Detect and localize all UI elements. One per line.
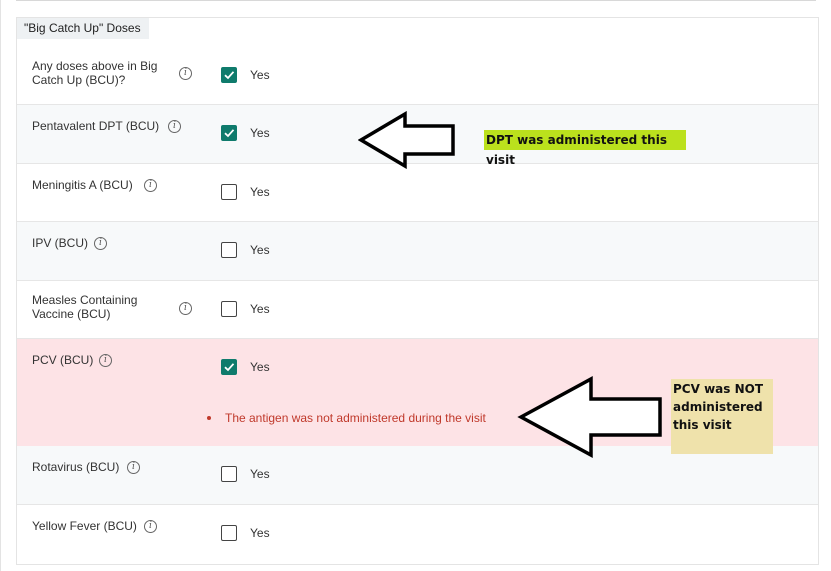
checkbox-ipv[interactable]: [221, 242, 237, 258]
row-label-measles: Measles Containing Vaccine (BCU): [32, 293, 138, 321]
option-yes-label: Yes: [250, 302, 270, 316]
info-icon[interactable]: i: [179, 67, 192, 80]
pcv-annotation-note: PCV was NOT administered this visit: [671, 379, 773, 454]
option-yes-label: Yes: [250, 126, 270, 140]
option-yes-label: Yes: [250, 467, 270, 481]
row-label-meningitis-a: Meningitis A (BCU): [32, 178, 133, 192]
row-label-pcv: PCV (BCU): [32, 353, 94, 367]
option-yes-label: Yes: [250, 243, 270, 257]
form-row-measles: Measles Containing Vaccine (BCU) i Yes: [17, 281, 818, 339]
info-icon[interactable]: i: [94, 237, 107, 250]
option-yes-label: Yes: [250, 185, 270, 199]
info-icon[interactable]: i: [144, 520, 157, 533]
checkbox-meningitis-a[interactable]: [221, 184, 237, 200]
info-icon[interactable]: i: [99, 354, 112, 367]
left-arrow-icon: [517, 376, 662, 458]
checkbox-pcv[interactable]: [221, 359, 237, 375]
check-icon: [224, 363, 235, 372]
info-icon[interactable]: i: [168, 120, 181, 133]
form-row-meningitis-a: Meningitis A (BCU) i Yes: [17, 164, 818, 222]
checkbox-yellow-fever[interactable]: [221, 525, 237, 541]
info-icon[interactable]: i: [179, 302, 192, 315]
error-bullet: [207, 416, 211, 420]
checkbox-rotavirus[interactable]: [221, 466, 237, 482]
checkbox-pentavalent-dpt[interactable]: [221, 125, 237, 141]
form-row-rotavirus: Rotavirus (BCU) i Yes: [17, 446, 818, 505]
option-yes-label: Yes: [250, 526, 270, 540]
row-label-any-doses: Any doses above in Big Catch Up (BCU)?: [32, 59, 158, 87]
left-arrow-icon: [358, 111, 455, 169]
validation-error-message: The antigen was not administered during …: [225, 411, 486, 425]
section-title: "Big Catch Up" Doses: [17, 18, 149, 39]
row-label-yellow-fever: Yellow Fever (BCU): [32, 519, 137, 533]
info-icon[interactable]: i: [144, 179, 157, 192]
row-label-pentavalent-dpt: Pentavalent DPT (BCU): [32, 119, 160, 133]
info-icon[interactable]: i: [127, 461, 140, 474]
check-icon: [224, 129, 235, 138]
checkbox-any-doses[interactable]: [221, 67, 237, 83]
top-divider: [16, 0, 816, 1]
row-label-ipv: IPV (BCU): [32, 236, 89, 250]
form-row-ipv: IPV (BCU) i Yes: [17, 222, 818, 281]
check-icon: [224, 71, 235, 80]
form-row-yellow-fever: Yellow Fever (BCU) i Yes: [17, 505, 818, 564]
form-row-any-doses: Any doses above in Big Catch Up (BCU)? i…: [17, 46, 818, 105]
row-label-rotavirus: Rotavirus (BCU): [32, 460, 120, 474]
dpt-annotation-note: DPT was administered this visit: [484, 130, 686, 167]
option-yes-label: Yes: [250, 68, 270, 82]
checkbox-measles[interactable]: [221, 301, 237, 317]
option-yes-label: Yes: [250, 360, 270, 374]
